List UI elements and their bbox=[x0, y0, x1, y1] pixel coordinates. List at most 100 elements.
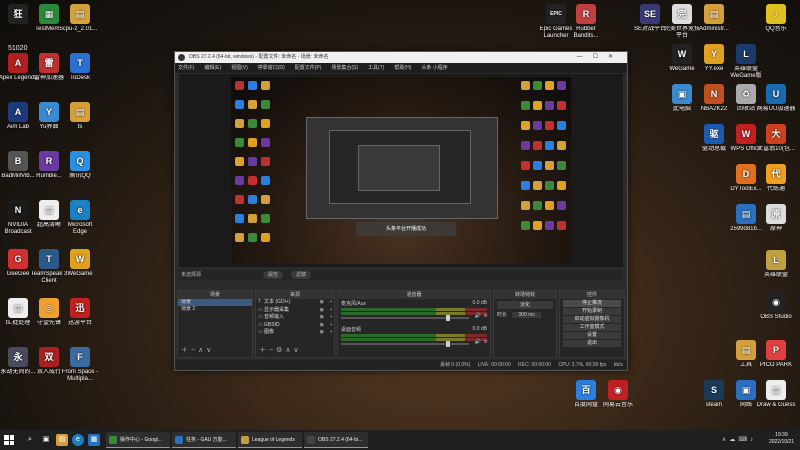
desktop-icon-r5[interactable]: ♪ QQ音乐 bbox=[756, 4, 796, 33]
taskbar-app[interactable]: 操作中心 - Googl... bbox=[106, 432, 170, 448]
windows-start-icon[interactable] bbox=[4, 435, 14, 445]
volume-slider-knob[interactable] bbox=[445, 315, 450, 321]
clock[interactable]: 19:39 2022/10/21 bbox=[769, 432, 794, 446]
control-button-2[interactable]: 启动虚拟摄像机 bbox=[563, 316, 621, 323]
preview-desktop-icon bbox=[235, 138, 244, 147]
taskbar: ⌕ ▣ ▤ e ▦ 操作中心 - Googl... 任务 - GAU 万能... L… bbox=[0, 430, 800, 450]
menu-item-0[interactable]: 文件(F) bbox=[178, 65, 194, 71]
desktop-icon-19-icon: ◎ bbox=[39, 298, 59, 318]
desktop-icon-5[interactable]: T ToDesk bbox=[60, 53, 100, 82]
desktop-icon-r15[interactable]: 大大富翁10(包... bbox=[756, 124, 796, 153]
desktop-icon-r12[interactable]: U 网易UU加速器 bbox=[756, 84, 796, 113]
file-explorer-icon[interactable]: ▤ bbox=[56, 434, 68, 446]
taskbar-app[interactable]: 任务 - GAU 万能... bbox=[172, 432, 236, 448]
lock-icon[interactable]: ▪ bbox=[330, 307, 332, 315]
desktop-icon-8[interactable]: ▤ ts bbox=[60, 102, 100, 131]
desktop-icon-r28[interactable]: ▤ Draw & Guess bbox=[756, 380, 796, 409]
menu-item-5[interactable]: 场景集合(S) bbox=[331, 65, 358, 71]
menu-item-3[interactable]: 停靠窗口(D) bbox=[258, 65, 285, 71]
desktop-icon-16-icon: T bbox=[39, 249, 59, 269]
control-button-5[interactable]: 退出 bbox=[563, 340, 621, 347]
desktop-icon-23[interactable]: F From Space - Multipla... bbox=[60, 347, 100, 383]
desktop-icon-11[interactable]: Q 腾讯QQ bbox=[60, 151, 100, 180]
filters-button[interactable]: 滤镜 bbox=[291, 271, 312, 279]
scene-item[interactable]: 场景 2 bbox=[178, 306, 252, 313]
visibility-eye-icon[interactable]: ◉ bbox=[320, 329, 324, 337]
desktop-icon-2[interactable]: ▤ cpu-z_2.01... bbox=[60, 4, 100, 33]
window-controls[interactable]: —☐✕ bbox=[577, 52, 623, 63]
task-view-icon[interactable]: ▣ bbox=[40, 434, 52, 446]
speaker-icon[interactable]: 🔊 bbox=[475, 313, 481, 319]
maximize-icon[interactable]: ☐ bbox=[593, 54, 608, 60]
store-icon[interactable]: ▦ bbox=[88, 434, 100, 446]
lock-icon[interactable]: ▪ bbox=[330, 299, 332, 307]
menu-item-6[interactable]: 工具(T) bbox=[368, 65, 384, 71]
preview-desktop-icon bbox=[261, 233, 270, 242]
menu-item-2[interactable]: 视图(V) bbox=[231, 65, 248, 71]
source-item[interactable]: ▭GBSID ◉ ▪ bbox=[256, 322, 334, 330]
control-button-4[interactable]: 设置 bbox=[563, 332, 621, 339]
menu-item-4[interactable]: 配置文件(P) bbox=[295, 65, 322, 71]
system-tray-icons[interactable]: ∧☁⌨♪ bbox=[722, 436, 756, 443]
control-button-3[interactable]: 工作室模式 bbox=[563, 324, 621, 331]
source-item[interactable]: T 文本 (GDI+) ◉ ▪ bbox=[256, 299, 334, 307]
control-button-0[interactable]: 停止推流 bbox=[563, 300, 621, 307]
desktop-icon-r4[interactable]: ▤ Administr... bbox=[694, 4, 734, 33]
desktop-icon-r19-icon: 原 bbox=[766, 204, 786, 224]
scenes-toolbar[interactable]: ＋−∧∨ bbox=[181, 345, 214, 355]
properties-button[interactable]: 属性 bbox=[263, 271, 284, 279]
desktop-icon-17[interactable]: W WeGame bbox=[60, 249, 100, 278]
speaker-icon[interactable]: 🔊 bbox=[475, 339, 481, 345]
volume-slider[interactable] bbox=[341, 341, 469, 347]
source-item[interactable]: ▭显示器采集 ◉ ▪ bbox=[256, 307, 334, 315]
desktop-icon-r8[interactable]: L 英雄联盟WeGame版 bbox=[726, 44, 766, 80]
source-item[interactable]: ▭音频输入 ◉ ▪ bbox=[256, 314, 334, 322]
desktop-icon-r1[interactable]: R Rubber Bandits... bbox=[566, 4, 606, 40]
volume-slider[interactable] bbox=[341, 315, 469, 321]
controls-dock: 控件 停止推流 开始录制 启动虚拟摄像机 工作室模式 设置 退出 bbox=[559, 290, 625, 358]
obs-window[interactable]: OBS 27.2.4 (64-bit, windows) - 配置文件: 未命名… bbox=[174, 51, 628, 371]
minimize-icon[interactable]: — bbox=[577, 54, 593, 60]
desktop-icon-r21[interactable]: ◉ OBS Studio bbox=[756, 292, 796, 321]
desktop-icon-r17[interactable]: 代代练通 bbox=[756, 164, 796, 193]
menu-item-7[interactable]: 帮助(H) bbox=[394, 65, 411, 71]
control-button-1[interactable]: 开始录制 bbox=[563, 308, 621, 315]
volume-slider-knob[interactable] bbox=[445, 341, 450, 347]
taskbar-app[interactable]: League of Legends bbox=[238, 432, 302, 448]
visibility-eye-icon[interactable]: ◉ bbox=[320, 314, 324, 322]
edge-icon[interactable]: e bbox=[72, 434, 84, 446]
preview-desktop-icon bbox=[248, 100, 257, 109]
gear-icon[interactable]: ⚙ bbox=[484, 313, 488, 319]
sources-toolbar[interactable]: ＋−⚙∧∨ bbox=[259, 345, 302, 355]
desktop-icon-7-icon: Y bbox=[39, 102, 59, 122]
menu-item-8[interactable]: 头条 小程序 bbox=[421, 65, 447, 71]
obs-titlebar[interactable]: OBS 27.2.4 (64-bit, windows) - 配置文件: 未命名… bbox=[175, 52, 627, 63]
desktop-icon-r19[interactable]: 原原神 bbox=[756, 204, 796, 233]
menu-item-1[interactable]: 编辑(E) bbox=[204, 65, 221, 71]
visibility-eye-icon[interactable]: ◉ bbox=[320, 322, 324, 330]
desktop-icon-r23[interactable]: P PICO PARK bbox=[756, 340, 796, 369]
duration-input[interactable]: 300 ms bbox=[512, 312, 541, 318]
taskbar-app[interactable]: OBS 27.2.4 (64-bi... bbox=[304, 432, 368, 448]
visibility-eye-icon[interactable]: ◉ bbox=[320, 299, 324, 307]
preview-desktop-icon bbox=[545, 161, 554, 170]
desktop-icon-23-icon: F bbox=[70, 347, 90, 367]
transition-select[interactable]: 淡化 bbox=[497, 301, 553, 309]
desktop-icon-18-icon: ▤ bbox=[8, 298, 28, 318]
obs-preview[interactable]: 头条平台开播成功 bbox=[179, 74, 623, 267]
source-item[interactable]: ▭图像 ◉ ▪ bbox=[256, 329, 334, 337]
lock-icon[interactable]: ▪ bbox=[330, 329, 332, 337]
desktop-icon-21-icon: 永 bbox=[8, 347, 28, 367]
desktop-icon-r24-icon: 百 bbox=[576, 380, 596, 400]
desktop-icon-20[interactable]: 迅迅游平台 bbox=[60, 298, 100, 327]
lock-icon[interactable]: ▪ bbox=[330, 314, 332, 322]
close-icon[interactable]: ✕ bbox=[608, 54, 623, 60]
visibility-eye-icon[interactable]: ◉ bbox=[320, 307, 324, 315]
desktop-icon-r25[interactable]: ◉ 网易云音乐 bbox=[598, 380, 638, 409]
scene-item[interactable]: 场景 bbox=[178, 299, 252, 306]
lock-icon[interactable]: ▪ bbox=[330, 322, 332, 330]
search-icon[interactable]: ⌕ bbox=[24, 434, 36, 446]
desktop-icon-14[interactable]: e Microsoft Edge bbox=[60, 200, 100, 236]
gear-icon[interactable]: ⚙ bbox=[484, 339, 488, 345]
desktop-icon-r20[interactable]: L 英雄联盟 bbox=[756, 250, 796, 279]
